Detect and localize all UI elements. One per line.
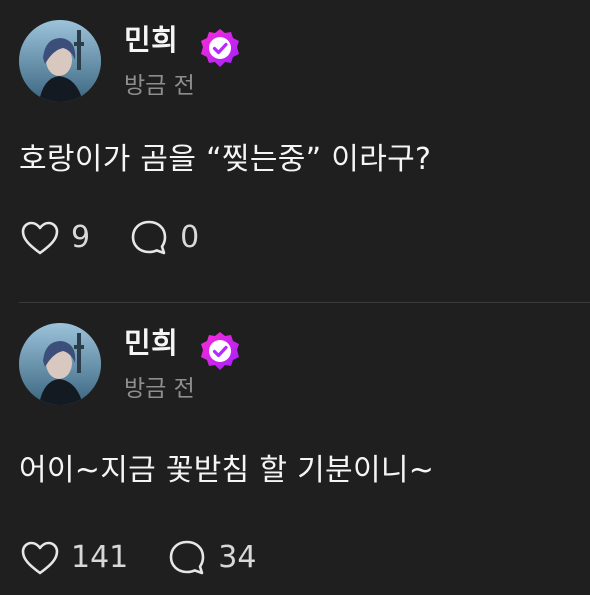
post-text: 호랑이가 곰을 “찢는중” 이라구? bbox=[19, 142, 432, 177]
post-actions: 9 0 bbox=[19, 216, 237, 260]
post: 민희 방금 전 호랑이가 곰을 “찢는중” 이라구? 9 0 bbox=[0, 0, 590, 303]
like-count: 141 bbox=[71, 540, 129, 575]
avatar[interactable] bbox=[19, 20, 101, 102]
comment-count: 34 bbox=[218, 540, 257, 575]
verified-badge-icon bbox=[201, 332, 239, 370]
comment-button[interactable]: 0 bbox=[128, 217, 199, 259]
avatar-image bbox=[19, 20, 101, 102]
avatar[interactable] bbox=[19, 323, 101, 405]
author-name[interactable]: 민희 bbox=[124, 26, 178, 55]
post-text: 어이~지금 꽃받침 할 기분이니~ bbox=[19, 453, 435, 488]
comment-button[interactable]: 34 bbox=[166, 537, 256, 579]
verified-badge-icon bbox=[201, 29, 239, 67]
like-count: 9 bbox=[71, 220, 91, 255]
post-actions: 141 34 bbox=[19, 536, 294, 580]
post-timestamp: 방금 전 bbox=[124, 73, 195, 99]
comment-count: 0 bbox=[180, 220, 200, 255]
heart-icon bbox=[21, 541, 59, 575]
author-name[interactable]: 민희 bbox=[124, 329, 178, 358]
heart-icon bbox=[21, 221, 59, 255]
avatar-image bbox=[19, 323, 101, 405]
like-button[interactable]: 141 bbox=[19, 537, 128, 579]
post: 민희 방금 전 어이~지금 꽃받침 할 기분이니~ 141 34 bbox=[0, 303, 590, 595]
comment-bubble-icon bbox=[131, 220, 167, 255]
comment-bubble-icon bbox=[169, 540, 205, 575]
like-button[interactable]: 9 bbox=[19, 217, 90, 259]
post-timestamp: 방금 전 bbox=[124, 376, 195, 402]
